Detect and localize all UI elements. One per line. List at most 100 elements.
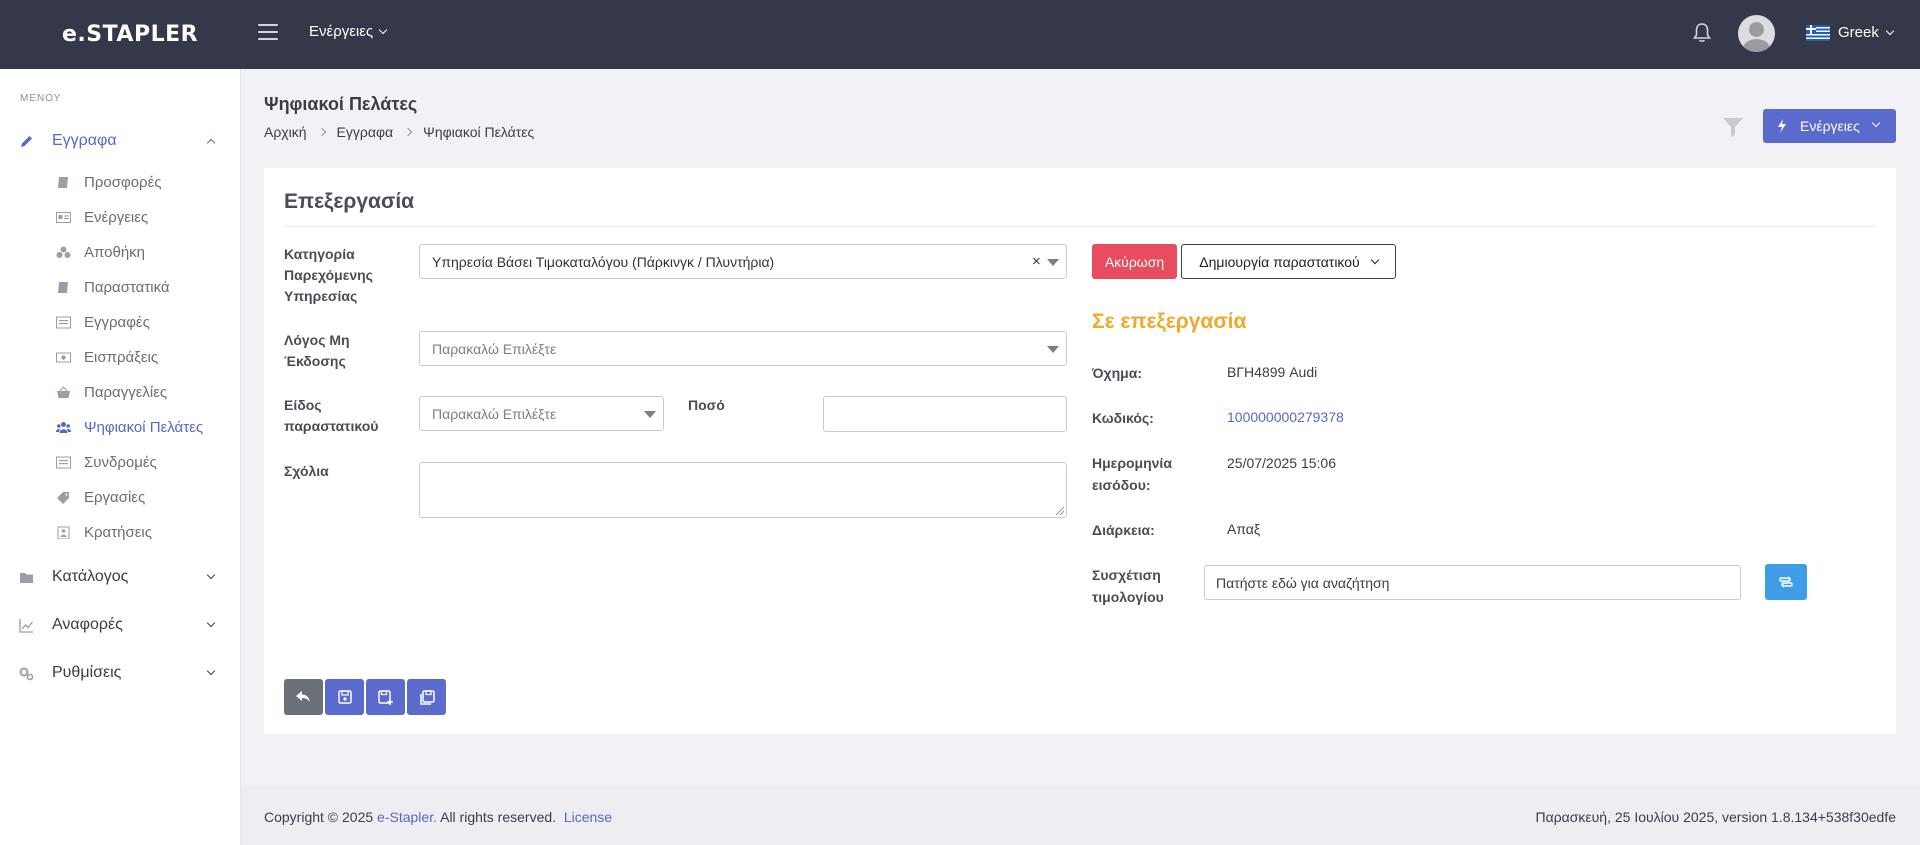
vehicle-value: ΒΓΗ4899 Audi: [1227, 364, 1318, 380]
bolt-icon: [1778, 119, 1786, 133]
save-and-new-button[interactable]: [366, 679, 405, 715]
sidebar-item-label: Συνδρομές: [84, 453, 157, 471]
amount-input[interactable]: [823, 396, 1067, 432]
caret-down-icon: [1047, 259, 1059, 266]
top-actions-label: Ενέργειες: [309, 23, 374, 40]
non-issue-reason-label: Λόγος Μη Έκδοσης: [284, 332, 350, 369]
sidebar-section-label: Ρυθμίσεις: [52, 664, 122, 681]
tag-icon: [57, 491, 69, 504]
chevron-down-icon: [378, 25, 388, 34]
duration-value: Απαξ: [1227, 521, 1261, 537]
chevron-down-icon: [206, 618, 216, 628]
sidebar-item-label: Εισπράξεις: [84, 348, 159, 366]
card-title: Επεξεργασία: [284, 190, 415, 213]
divider: [284, 226, 1876, 227]
chevron-down-icon: [1871, 118, 1881, 128]
money-icon: [56, 352, 71, 362]
list-icon: [56, 316, 71, 328]
vehicle-label: Όχημα:: [1092, 365, 1142, 381]
menu-toggle-icon[interactable]: [258, 24, 278, 42]
service-category-select[interactable]: Υπηρεσία Βάσει Τιμοκαταλόγου (Πάρκινγκ /…: [419, 244, 1067, 279]
language-selector[interactable]: Greek: [1806, 24, 1895, 41]
duration-label: Διάρκεια:: [1092, 522, 1155, 538]
sidebar-item-orders[interactable]: Παραγγελίες: [0, 378, 240, 406]
resize-handle[interactable]: [1056, 507, 1064, 515]
sidebar: ΜΕΝΟΥ Εγγραφα Προσφορές Ενέργειες Αποθήκ…: [0, 69, 241, 845]
cancel-button[interactable]: Ακύρωση: [1092, 244, 1177, 279]
filter-icon[interactable]: [1722, 116, 1744, 138]
refresh-icon: [1779, 576, 1793, 588]
code-link[interactable]: 100000000279378: [1227, 409, 1344, 425]
undo-icon: [296, 691, 310, 702]
pencil-icon: [21, 135, 32, 147]
back-button[interactable]: [284, 679, 323, 715]
page-actions-label: Ενέργειες: [1800, 118, 1860, 134]
top-actions-dropdown[interactable]: Ενέργειες: [309, 23, 388, 40]
comments-textarea[interactable]: [419, 462, 1067, 518]
folder-icon: [20, 572, 33, 583]
top-bar: e.STAPLER Ενέργειες Greek: [0, 0, 1920, 69]
entry-date-label: Ημερομηνία εισόδου:: [1092, 455, 1172, 493]
clipboard-icon: [57, 526, 70, 539]
license-link[interactable]: License: [564, 809, 612, 825]
chevron-right-icon: [403, 127, 413, 137]
entry-date-value: 25/07/2025 15:06: [1227, 455, 1336, 471]
sidebar-item-label: Αποθήκη: [84, 243, 146, 261]
sidebar-item-label: Εγγραφές: [84, 313, 150, 331]
comments-label: Σχόλια: [284, 463, 329, 479]
caret-down-icon: [1047, 346, 1059, 353]
app-logo[interactable]: e.STAPLER: [62, 22, 198, 47]
sidebar-section-catalog[interactable]: Κατάλογος: [0, 562, 240, 592]
book-icon: [58, 281, 68, 293]
breadcrumb: Αρχική Εγγραφα Ψηφιακοί Πελάτες: [264, 124, 534, 140]
non-issue-reason-select[interactable]: Παρακαλώ Επιλέξτε: [419, 331, 1067, 366]
id-card-icon: [56, 211, 71, 223]
breadcrumb-documents[interactable]: Εγγραφα: [337, 124, 394, 140]
sidebar-item-digital-customers[interactable]: Ψηφιακοί Πελάτες: [0, 413, 240, 441]
invoice-search-placeholder: Πατήστε εδώ για αναζήτηση: [1216, 575, 1390, 591]
bell-icon[interactable]: [1692, 22, 1712, 44]
language-label: Greek: [1838, 24, 1879, 41]
clear-icon[interactable]: ×: [1032, 253, 1041, 270]
sidebar-item-label: Ψηφιακοί Πελάτες: [84, 418, 204, 436]
page-title: Ψηφιακοί Πελάτες: [264, 94, 418, 114]
document-type-placeholder: Παρακαλώ Επιλέξτε: [432, 406, 557, 422]
basket-icon: [57, 385, 70, 398]
sidebar-section-label: Κατάλογος: [52, 568, 129, 585]
sidebar-section-reports[interactable]: Αναφορές: [0, 610, 240, 640]
sidebar-item-bookings[interactable]: Κρατήσεις: [0, 518, 240, 546]
refresh-button[interactable]: [1765, 564, 1807, 600]
sidebar-item-entries[interactable]: Εγγραφές: [0, 308, 240, 336]
copyright-text: Copyright © 2025: [264, 809, 374, 825]
chevron-down-icon: [206, 570, 216, 580]
create-document-button[interactable]: Δημιουργία παραστατικού: [1181, 244, 1396, 279]
sidebar-item-offers[interactable]: Προσφορές: [0, 168, 240, 196]
sidebar-item-label: Εργασίες: [84, 488, 146, 506]
menu-title: ΜΕΝΟΥ: [20, 93, 62, 104]
document-type-label: Είδος παραστατικού: [284, 397, 379, 434]
edit-card: Επεξεργασία Κατηγορία Παρεχόμενης Υπηρεσ…: [264, 168, 1896, 734]
list-icon: [56, 456, 71, 468]
avatar[interactable]: [1738, 15, 1775, 52]
boxes-icon: [56, 246, 71, 258]
sidebar-item-label: Παραστατικά: [84, 278, 170, 296]
sidebar-section-documents[interactable]: Εγγραφα: [0, 126, 240, 156]
sidebar-item-actions[interactable]: Ενέργειες: [0, 203, 240, 231]
sidebar-section-settings[interactable]: Ρυθμίσεις: [0, 658, 240, 688]
sidebar-item-tasks[interactable]: Εργασίες: [0, 483, 240, 511]
sidebar-item-warehouse[interactable]: Αποθήκη: [0, 238, 240, 266]
sidebar-item-subscriptions[interactable]: Συνδρομές: [0, 448, 240, 476]
sidebar-item-documents[interactable]: Παραστατικά: [0, 273, 240, 301]
breadcrumb-home[interactable]: Αρχική: [264, 124, 307, 140]
document-type-select[interactable]: Παρακαλώ Επιλέξτε: [419, 396, 664, 431]
sidebar-item-receipts[interactable]: Εισπράξεις: [0, 343, 240, 371]
page-actions-button[interactable]: Ενέργειες: [1763, 109, 1896, 143]
service-category-value: Υπηρεσία Βάσει Τιμοκαταλόγου (Πάρκινγκ /…: [432, 254, 775, 270]
sidebar-item-label: Προσφορές: [84, 173, 162, 191]
brand-link[interactable]: e-Stapler.: [377, 809, 437, 825]
save-and-copy-button[interactable]: [407, 679, 446, 715]
breadcrumb-current: Ψηφιακοί Πελάτες: [423, 124, 535, 140]
invoice-link-label: Συσχέτιση τιμολογίου: [1092, 567, 1164, 605]
save-button[interactable]: [325, 679, 364, 715]
invoice-search-input[interactable]: Πατήστε εδώ για αναζήτηση: [1204, 565, 1741, 600]
